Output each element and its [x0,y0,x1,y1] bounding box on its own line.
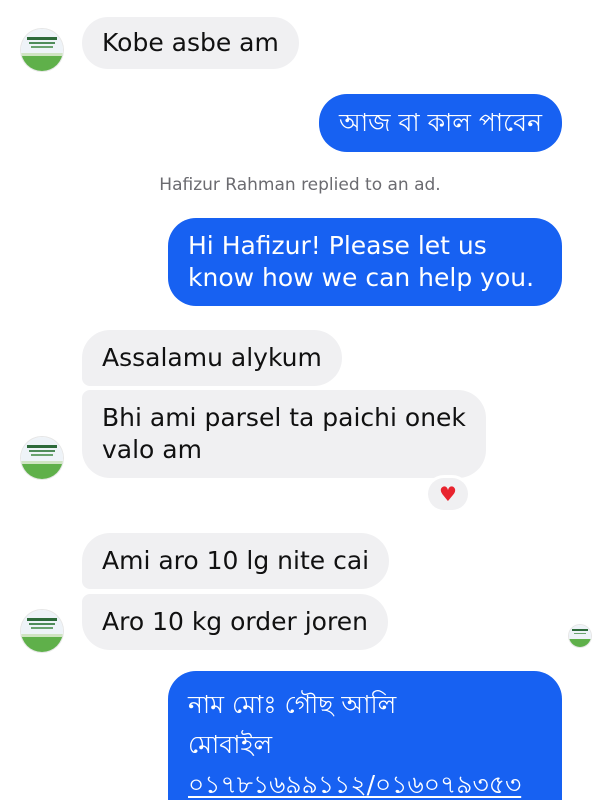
message-text-line: Hi Hafizur! Please let us [188,231,487,260]
message-bubble-incoming[interactable]: Aro 10 kg order joren [82,594,388,650]
phone-number-link[interactable]: ০১৭৮১৬৯৯১১২/০১৬০৭৯৩৫৩ [188,765,542,800]
message-text-line: Bhi ami parsel ta paichi onek [102,403,466,432]
heart-reaction-icon[interactable]: ♥ [428,478,468,510]
message-bubble-incoming[interactable]: Assalamu alykum [82,330,342,386]
rice-field-logo-avatar-icon [21,437,63,479]
system-notice: Hafizur Rahman replied to an ad. [159,175,441,195]
message-text: আজ বা কাল পাবেন [338,108,542,137]
message-bubble-outgoing[interactable]: Hi Hafizur! Please let us know how we ca… [168,218,562,306]
message-text: Aro 10 kg order joren [102,607,368,636]
message-bubble-incoming[interactable]: Ami aro 10 lg nite cai [82,533,390,589]
message-text: Kobe asbe am [102,28,279,57]
contact-avatar[interactable] [21,610,63,652]
message-bubble-incoming[interactable]: Kobe asbe am [82,17,299,69]
message-text-line: know how we can help you. [188,263,535,292]
contact-avatar[interactable] [21,29,63,71]
message-bubble-outgoing[interactable]: আজ বা কাল পাবেন [318,94,562,152]
message-text: Ami aro 10 lg nite cai [102,546,370,575]
message-text-line: মোবাইল [188,730,273,759]
message-text-line: নাম মোঃ গৌছ আলি [188,690,397,719]
rice-field-logo-avatar-icon [21,29,63,71]
message-bubble-incoming[interactable]: Bhi ami parsel ta paichi onek valo am [82,390,486,478]
seen-avatar-icon [569,625,591,647]
message-text-line: valo am [102,435,202,464]
message-text: Assalamu alykum [102,343,322,372]
message-bubble-outgoing[interactable]: নাম মোঃ গৌছ আলি মোবাইল ০১৭৮১৬৯৯১১২/০১৬০৭… [168,671,562,800]
chat-thread: Kobe asbe am আজ বা কাল পাবেন Hafizur Rah… [0,0,600,800]
rice-field-logo-avatar-icon [21,610,63,652]
contact-avatar[interactable] [21,437,63,479]
